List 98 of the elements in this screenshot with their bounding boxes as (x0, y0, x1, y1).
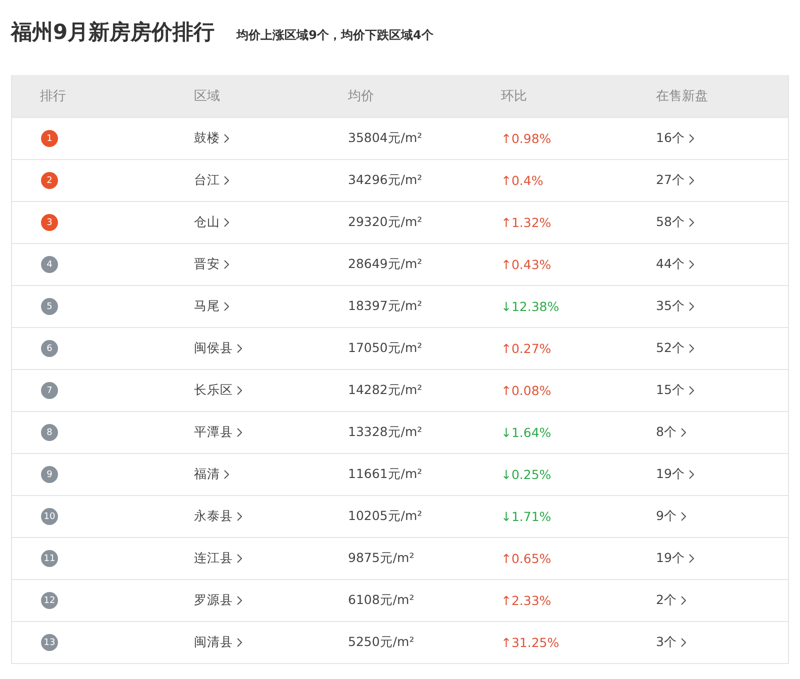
chevron-icon (237, 428, 242, 437)
change-cell: ↑31.25% (501, 635, 560, 650)
listings-link[interactable]: 35个 (656, 298, 694, 315)
change-cell: ↑0.65% (501, 551, 552, 566)
region-link[interactable]: 鼓楼 (194, 130, 229, 147)
rank-badge: 3 (41, 214, 58, 231)
chevron-icon (680, 596, 686, 605)
region-link[interactable]: 晋安 (194, 256, 229, 273)
chevron-icon (224, 302, 229, 311)
region-link[interactable]: 仓山 (194, 214, 229, 231)
listings-link[interactable]: 15个 (656, 382, 694, 399)
chevron-icon (688, 176, 694, 185)
rank-badge: 1 (41, 130, 58, 147)
rank-badge: 4 (41, 256, 58, 273)
price-cell: 14282元/m² (348, 382, 422, 399)
listings-link[interactable]: 58个 (656, 214, 694, 231)
listings-link[interactable]: 52个 (656, 340, 694, 357)
listings-link[interactable]: 19个 (656, 550, 694, 567)
region-link[interactable]: 福清 (194, 466, 229, 483)
chevron-icon (680, 638, 686, 647)
change-cell: ↑0.43% (501, 257, 552, 272)
rank-badge: 13 (41, 634, 58, 651)
listings-link[interactable]: 27个 (656, 172, 694, 189)
change-cell: ↓1.71% (501, 509, 552, 524)
chevron-icon (688, 344, 694, 353)
change-cell: ↑0.08% (501, 383, 552, 398)
price-cell: 13328元/m² (348, 424, 422, 441)
chevron-icon (224, 176, 229, 185)
chevron-icon (688, 470, 694, 479)
region-link[interactable]: 台江 (194, 172, 229, 189)
chevron-icon (237, 554, 242, 563)
chevron-icon (237, 386, 242, 395)
listings-link[interactable]: 3个 (656, 634, 686, 651)
change-cell: ↑0.27% (501, 341, 552, 356)
listings-link[interactable]: 2个 (656, 592, 686, 609)
change-cell: ↓1.64% (501, 425, 552, 440)
rank-badge: 10 (41, 508, 58, 525)
rank-badge: 12 (41, 592, 58, 609)
chevron-icon (237, 638, 242, 647)
chevron-icon (680, 512, 686, 521)
price-cell: 29320元/m² (348, 214, 422, 231)
price-cell: 11661元/m² (348, 466, 422, 483)
listings-link[interactable]: 19个 (656, 466, 694, 483)
rank-badge: 6 (41, 340, 58, 357)
change-cell: ↑0.4% (501, 173, 544, 188)
region-link[interactable]: 马尾 (194, 298, 229, 315)
chevron-icon (224, 260, 229, 269)
change-cell: ↑1.32% (501, 215, 552, 230)
chevron-icon (688, 218, 694, 227)
chevron-icon (688, 260, 694, 269)
change-cell: ↑0.98% (501, 131, 552, 146)
column-header: 区域 (194, 88, 220, 105)
chevron-icon (688, 302, 694, 311)
summary-text: 均价上涨区域9个，均价下跌区域4个 (236, 27, 434, 44)
price-cell: 9875元/m² (348, 550, 414, 567)
chevron-icon (680, 428, 686, 437)
column-header: 环比 (501, 88, 527, 105)
region-link[interactable]: 永泰县 (194, 508, 242, 525)
region-link[interactable]: 闽侯县 (194, 340, 242, 357)
rank-badge: 8 (41, 424, 58, 441)
price-cell: 6108元/m² (348, 592, 414, 609)
column-header: 均价 (348, 88, 374, 105)
price-cell: 17050元/m² (348, 340, 422, 357)
region-link[interactable]: 闽清县 (194, 634, 242, 651)
region-link[interactable]: 平潭县 (194, 424, 242, 441)
region-link[interactable]: 长乐区 (194, 382, 242, 399)
rank-badge: 5 (41, 298, 58, 315)
listings-link[interactable]: 16个 (656, 130, 694, 147)
listings-link[interactable]: 9个 (656, 508, 686, 525)
column-header: 排行 (40, 88, 66, 105)
chevron-icon (688, 554, 694, 563)
price-cell: 28649元/m² (348, 256, 422, 273)
chevron-icon (237, 512, 242, 521)
price-cell: 35804元/m² (348, 130, 422, 147)
change-cell: ↓0.25% (501, 467, 552, 482)
price-cell: 10205元/m² (348, 508, 422, 525)
listings-link[interactable]: 8个 (656, 424, 686, 441)
rank-badge: 9 (41, 466, 58, 483)
region-link[interactable]: 罗源县 (194, 592, 242, 609)
chevron-icon (688, 134, 694, 143)
chevron-icon (688, 386, 694, 395)
change-cell: ↓12.38% (501, 299, 560, 314)
listings-link[interactable]: 44个 (656, 256, 694, 273)
chevron-icon (224, 218, 229, 227)
chevron-icon (224, 470, 229, 479)
chevron-icon (224, 134, 229, 143)
column-header: 在售新盘 (656, 88, 708, 105)
price-cell: 18397元/m² (348, 298, 422, 315)
region-link[interactable]: 连江县 (194, 550, 242, 567)
rank-badge: 7 (41, 382, 58, 399)
price-cell: 34296元/m² (348, 172, 422, 189)
chevron-icon (237, 344, 242, 353)
change-cell: ↑2.33% (501, 593, 552, 608)
rank-badge: 2 (41, 172, 58, 189)
chevron-icon (237, 596, 242, 605)
rank-badge: 11 (41, 550, 58, 567)
page-title: 福州9月新房房价排行 (11, 19, 215, 46)
price-cell: 5250元/m² (348, 634, 414, 651)
